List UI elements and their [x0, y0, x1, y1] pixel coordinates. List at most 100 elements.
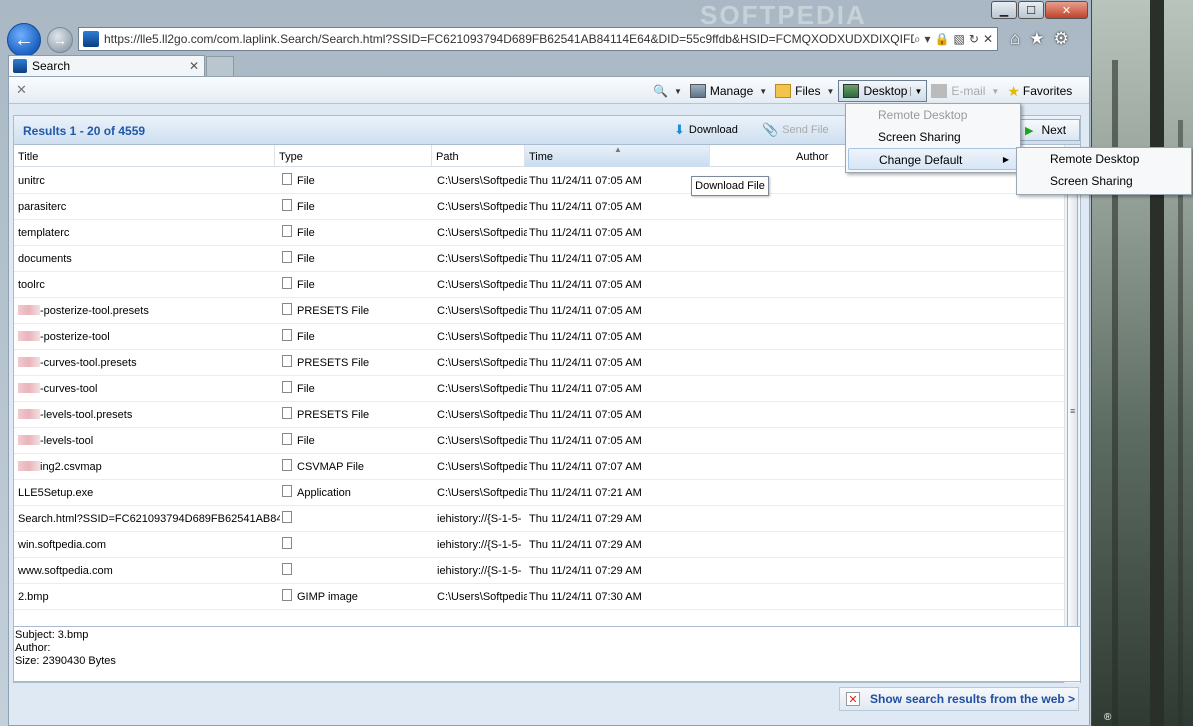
close-tab-icon[interactable]: ✕ [189, 59, 199, 73]
table-row[interactable]: www.softpedia.com iehistory://{S-1-5- Thu … [14, 558, 1064, 584]
cell-type: CSVMAP File [282, 454, 432, 480]
table-row[interactable]: 2.bmp GIMP image C:\Users\Softpedia Thu 11/… [14, 584, 1064, 610]
app-toolbar: ✕ 🔍 ▼ Manage ▼ Files ▼ Desktop ▼ E-mail … [9, 77, 1089, 104]
favorites-star-icon[interactable]: ★ [1029, 29, 1044, 49]
close-icon[interactable]: ✕ [846, 692, 860, 706]
forward-button[interactable]: → [47, 27, 73, 53]
star-icon: ★ [1007, 82, 1020, 99]
refresh-icon[interactable]: ↻ [969, 32, 979, 47]
cell-type: File [282, 324, 432, 350]
search-menu-button[interactable]: 🔍 ▼ [649, 80, 686, 102]
table-row[interactable]: -levels-tool.presets PRESETS File C:\Users… [14, 402, 1064, 428]
tab-search[interactable]: Search ✕ [8, 55, 205, 76]
search-icon: 🔍 [653, 84, 668, 98]
new-tab-button[interactable] [206, 56, 234, 76]
manage-button[interactable]: Manage ▼ [686, 80, 771, 102]
address-bar[interactable]: https://lle5.ll2go.com/com.laplink.Searc… [78, 27, 998, 51]
menu-item-screen-sharing[interactable]: Screen Sharing [846, 126, 1020, 148]
back-button[interactable]: ← [7, 23, 41, 57]
type-text: PRESETS File [297, 305, 370, 317]
menu-item-change-default[interactable]: Change Default ▶ [848, 148, 1018, 170]
title-text: -curves-tool.presets [40, 357, 137, 369]
tab-title: Search [32, 59, 71, 73]
column-title[interactable]: Title [14, 145, 275, 167]
chevron-down-icon: ▼ [673, 86, 682, 96]
stop-icon[interactable]: ✕ [983, 32, 993, 47]
menu-item-remote-desktop[interactable]: Remote Desktop [846, 104, 1020, 126]
file-icon [282, 433, 292, 445]
next-button[interactable]: ▶ Next [1018, 119, 1080, 141]
lock-icon[interactable]: 🔒 [935, 32, 950, 47]
url-text[interactable]: https://lle5.ll2go.com/com.laplink.Searc… [104, 32, 914, 46]
email-button[interactable]: E-mail ▼ [927, 80, 1003, 102]
gear-icon[interactable]: ⚙ [1054, 29, 1069, 49]
chevron-down-icon[interactable]: ▼ [910, 86, 922, 96]
cell-time: Thu 11/24/11 07:05 AM [529, 201, 642, 213]
table-row[interactable]: -curves-tool File C:\Users\Softpedia Thu 11… [14, 376, 1064, 402]
title-bar: SOFTPEDIA ▁ ☐ ✕ [0, 0, 1092, 30]
type-text: Application [297, 487, 351, 499]
cell-type: PRESETS File [282, 298, 432, 324]
title-text: templaterc [18, 227, 70, 239]
column-type[interactable]: Type [275, 145, 432, 167]
file-icon [282, 277, 292, 289]
file-icon [282, 485, 292, 497]
blurred-text [18, 435, 40, 445]
scrollbar-thumb[interactable]: ≡ [1067, 163, 1078, 663]
maximize-button[interactable]: ☐ [1018, 1, 1044, 19]
monitor-icon [689, 84, 706, 98]
browser-window: SOFTPEDIA ▁ ☐ ✕ ← → https://lle5.ll2go.c… [0, 0, 1192, 726]
table-row[interactable]: -posterize-tool File C:\Users\Softpedia Thu… [14, 324, 1064, 350]
cell-time: Thu 11/24/11 07:05 AM [529, 279, 642, 291]
close-window-button[interactable]: ✕ [1045, 1, 1088, 19]
vertical-scrollbar[interactable]: ▲ ≡ ▼ [1064, 145, 1080, 683]
type-text: GIMP image [297, 591, 358, 603]
title-text: -levels-tool.presets [40, 409, 133, 421]
table-row[interactable]: parasiterc File C:\Users\Softpedia Thu 11/2… [14, 194, 1064, 220]
cell-path: iehistory://{S-1-5- [437, 565, 522, 577]
title-text: 2.bmp [18, 591, 49, 603]
table-row[interactable]: documents File C:\Users\Softpedia Thu 11/24… [14, 246, 1064, 272]
web-results-link[interactable]: Show search results from the web > [870, 692, 1075, 706]
home-icon[interactable]: ⌂ [1010, 29, 1020, 49]
cell-title: Search.html?SSID=FC621093794D689FB62541A… [18, 506, 280, 532]
title-text: documents [18, 253, 72, 265]
table-row[interactable]: toolrc File C:\Users\Softpedia Thu 11/24/11… [14, 272, 1064, 298]
table-row[interactable]: templaterc File C:\Users\Softpedia Thu 11/2… [14, 220, 1064, 246]
dropdown-arrow-icon[interactable]: ▾ [925, 32, 931, 47]
table-row[interactable]: -curves-tool.presets PRESETS File C:\Users… [14, 350, 1064, 376]
column-path[interactable]: Path [432, 145, 525, 167]
table-row[interactable]: win.softpedia.com iehistory://{S-1-5- Thu … [14, 532, 1064, 558]
table-row[interactable]: Search.html?SSID=FC621093794D689FB62541A… [14, 506, 1064, 532]
compat-icon[interactable]: ▧ [954, 32, 965, 47]
cell-type: PRESETS File [282, 350, 432, 376]
cell-title: 2.bmp [18, 584, 280, 610]
close-toolbar-icon[interactable]: ✕ [16, 82, 27, 98]
cell-time: Thu 11/24/11 07:05 AM [529, 383, 642, 395]
cell-time: Thu 11/24/11 07:05 AM [529, 357, 642, 369]
file-icon [282, 251, 292, 263]
cell-path: C:\Users\Softpedia [437, 175, 527, 187]
table-row[interactable]: LLE5Setup.exe Application C:\Users\Softped… [14, 480, 1064, 506]
chevron-down-icon: ▼ [991, 86, 1000, 96]
download-button[interactable]: ⬇ Download [674, 122, 738, 138]
search-icon[interactable]: ⌕ [914, 32, 921, 47]
type-text: File [297, 201, 315, 213]
table-row[interactable]: -posterize-tool.presets PRESETS File C:\Us… [14, 298, 1064, 324]
type-text: PRESETS File [297, 357, 370, 369]
favorites-button[interactable]: ★ Favorites [1003, 80, 1076, 102]
back-arrow-icon: ← [14, 28, 34, 51]
desktop-background [1090, 0, 1193, 726]
submenu-item-remote-desktop[interactable]: Remote Desktop [1017, 148, 1191, 170]
table-row[interactable]: ing2.csvmap CSVMAP File C:\Users\Softpedia… [14, 454, 1064, 480]
cell-type: PRESETS File [282, 402, 432, 428]
cell-title: ing2.csvmap [18, 454, 280, 480]
type-text: PRESETS File [297, 409, 370, 421]
address-tools: ⌕ ▾ 🔒 ▧ ↻ ✕ [914, 32, 997, 47]
table-row[interactable]: -levels-tool File C:\Users\Softpedia Thu 11… [14, 428, 1064, 454]
submenu-item-screen-sharing[interactable]: Screen Sharing [1017, 170, 1191, 192]
minimize-button[interactable]: ▁ [991, 1, 1017, 19]
desktop-button[interactable]: Desktop ▼ [838, 80, 928, 102]
files-button[interactable]: Files ▼ [771, 80, 838, 102]
send-file-button[interactable]: 📎 Send File [762, 122, 829, 138]
